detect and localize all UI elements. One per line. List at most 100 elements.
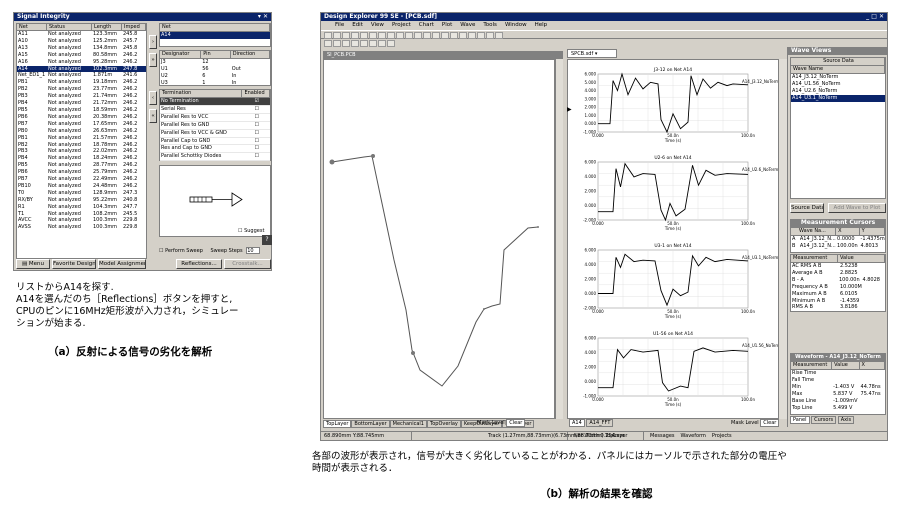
source-data-button[interactable]: Source Data... [790, 203, 824, 213]
cursor-row[interactable]: A A14_J3.12_N... 0.0000 -1.4375m [791, 236, 885, 243]
termination-row[interactable]: No Termination ☑ [160, 98, 270, 106]
termination-enabled-checkbox[interactable]: ☑ [242, 98, 270, 105]
termination-row[interactable]: Parallel Res to GND ☐ [160, 122, 270, 130]
tab-cursors[interactable]: Cursors [811, 416, 837, 424]
net-row[interactable]: PB5 Not analyzed 18.59mm 246.2 [17, 107, 146, 114]
tab-axis[interactable]: Axis [837, 416, 855, 424]
wave-item[interactable]: A14_U3.1_NoTerm [791, 94, 885, 102]
cursor-row[interactable]: B A14_J3.12_N... 100.00n 4.8013 [791, 243, 885, 250]
net-row[interactable]: PB3 Not analyzed 21.74mm 246.2 [17, 93, 146, 100]
net-row[interactable]: RX/BY Not analyzed 95.22mm 240.8 [17, 197, 146, 204]
menu-item[interactable]: Tools [483, 21, 497, 30]
net-row[interactable]: A10 Not analyzed 125.2mm 245.7 [17, 38, 146, 45]
toolbar-icon[interactable] [351, 32, 359, 39]
net-row[interactable]: R1 Not analyzed 104.3mm 247.7 [17, 204, 146, 211]
net-row[interactable]: PB3 Not analyzed 22.02mm 246.2 [17, 148, 146, 155]
net-row[interactable]: T1 Not analyzed 108.2mm 245.5 [17, 211, 146, 218]
toolbar-icon[interactable] [459, 32, 467, 39]
toolbar-icon[interactable] [387, 40, 395, 47]
net-row[interactable]: PB0 Not analyzed 26.63mm 246.2 [17, 128, 146, 135]
toolbar-icon[interactable] [351, 40, 359, 47]
toolbar-icon[interactable] [369, 40, 377, 47]
layer-tab[interactable]: TopLayer [323, 420, 352, 428]
tab-a14-fft[interactable]: A14_FFT [586, 419, 614, 427]
termination-enabled-checkbox[interactable]: ☐ [242, 114, 270, 121]
layer-tab[interactable]: BottomLayer [351, 420, 390, 428]
toolbar-icon[interactable] [423, 32, 431, 39]
toolbar-icon[interactable] [360, 40, 368, 47]
tab-panel[interactable]: Panel [790, 416, 810, 424]
designator-row[interactable]: U3 1 In [160, 80, 270, 87]
toolbar-icon[interactable] [477, 32, 485, 39]
suggest-checkbox[interactable]: ☐ Suggest [238, 228, 264, 234]
menu-item[interactable]: Chart [419, 21, 434, 30]
menu-item[interactable]: View [371, 21, 384, 30]
net-list[interactable]: Net Status Length Imped A11 Not analyzed 1… [16, 23, 147, 259]
toolbar-icon[interactable] [342, 40, 350, 47]
net-row[interactable]: PB1 Not analyzed 19.18mm 246.2 [17, 79, 146, 86]
termination-enabled-checkbox[interactable]: ☐ [242, 130, 270, 137]
menu-item[interactable]: Edit [352, 21, 363, 30]
col-direction[interactable]: Direction [230, 51, 270, 59]
termination-row[interactable]: Serial Res ☐ [160, 106, 270, 114]
net-row[interactable]: A11 Not analyzed 123.3mm 245.8 [17, 31, 146, 38]
wave-item[interactable]: A14_J3.12_NoTerm [791, 74, 885, 81]
move-all-left-button[interactable]: « [149, 109, 157, 123]
termination-enabled-checkbox[interactable]: ☐ [242, 153, 270, 160]
toolbar-icon[interactable] [486, 32, 494, 39]
add-wave-button[interactable]: Add Wave to Plot [828, 203, 886, 213]
net-row[interactable]: PB4 Not analyzed 21.72mm 246.2 [17, 100, 146, 107]
tab-a14[interactable]: A14 [569, 419, 585, 427]
menu-item[interactable]: Project [392, 21, 411, 30]
model-assignments-button[interactable]: Model Assignments... [98, 259, 146, 269]
window-controls-icon[interactable]: _ □ ✕ [866, 13, 884, 21]
status-projects[interactable]: Projects [712, 432, 732, 440]
favorite-design-button[interactable]: Favorite Design... [52, 259, 96, 269]
col-status[interactable]: Status [47, 24, 92, 31]
toolbar-icon[interactable] [387, 32, 395, 39]
menu-item[interactable]: Help [535, 21, 548, 30]
pcb-view[interactable] [323, 59, 555, 419]
col-pin[interactable]: Pin [201, 51, 231, 59]
layer-tab[interactable]: TopOverlay [427, 420, 461, 428]
net-row[interactable]: AVSS Not analyzed 100.3mm 229.8 [17, 224, 146, 231]
net-row[interactable]: AVCC Not analyzed 100.3mm 229.8 [17, 217, 146, 224]
toolbar-icon[interactable] [378, 40, 386, 47]
layer-tab[interactable]: Mechanical1 [389, 420, 427, 428]
net-row[interactable]: PB10 Not analyzed 24.48mm 246.2 [17, 183, 146, 190]
net-row[interactable]: T0 Not analyzed 128.9mm 247.3 [17, 190, 146, 197]
toolbar-icon[interactable] [360, 32, 368, 39]
status-waveform[interactable]: Waveform [681, 432, 706, 440]
wave-item[interactable]: A14_U2.6_NoTerm [791, 88, 885, 95]
termination-row[interactable]: Parallel Res to VCC ☐ [160, 114, 270, 122]
status-messages[interactable]: Messages [650, 432, 675, 440]
net-row[interactable]: PB5 Not analyzed 28.77mm 246.2 [17, 162, 146, 169]
termination-enabled-checkbox[interactable]: ☐ [242, 145, 270, 152]
toolbar-icon[interactable] [441, 32, 449, 39]
source-data-list[interactable]: Source Data Wave Name A14_J3.12_NoTerm A1… [790, 57, 886, 199]
termination-row[interactable]: Res and Cap to GND ☐ [160, 145, 270, 154]
toolbar-icon[interactable] [324, 32, 332, 39]
net-row[interactable]: PB1 Not analyzed 21.57mm 246.2 [17, 135, 146, 142]
menu-item[interactable]: File [335, 21, 344, 30]
termination-row[interactable]: Parallel Cap to GND ☐ [160, 138, 270, 146]
waveform-vscroll[interactable] [779, 59, 787, 419]
toolbar-icon[interactable] [342, 32, 350, 39]
pcb-doc-tab[interactable]: SI_PCB.PCB [323, 51, 563, 59]
toolbar-icon[interactable] [369, 32, 377, 39]
toolbar-icon[interactable] [378, 32, 386, 39]
toolbar-icon[interactable] [468, 32, 476, 39]
toolbar-icon[interactable] [432, 32, 440, 39]
sweep-steps-input[interactable]: 10 [246, 247, 261, 254]
menu-item[interactable]: Window [505, 21, 527, 30]
designator-row[interactable]: U1 56 Out [160, 66, 270, 73]
toolbar-icon[interactable] [396, 32, 404, 39]
net-row[interactable]: A13 Not analyzed 134.8mm 245.8 [17, 45, 146, 52]
sdf-doc-tab[interactable]: SPCB.sdf ▾ [567, 49, 617, 58]
termination-enabled-checkbox[interactable]: ☐ [242, 138, 270, 145]
menu-item[interactable]: Plot [442, 21, 452, 30]
wave-item[interactable]: A14_U1.56_NoTerm [791, 81, 885, 88]
menu-button[interactable]: ▤ Menu [16, 259, 50, 269]
net-row[interactable]: A16 Not analyzed 95.28mm 246.2 [17, 59, 146, 66]
col-imped[interactable]: Imped [122, 24, 146, 31]
